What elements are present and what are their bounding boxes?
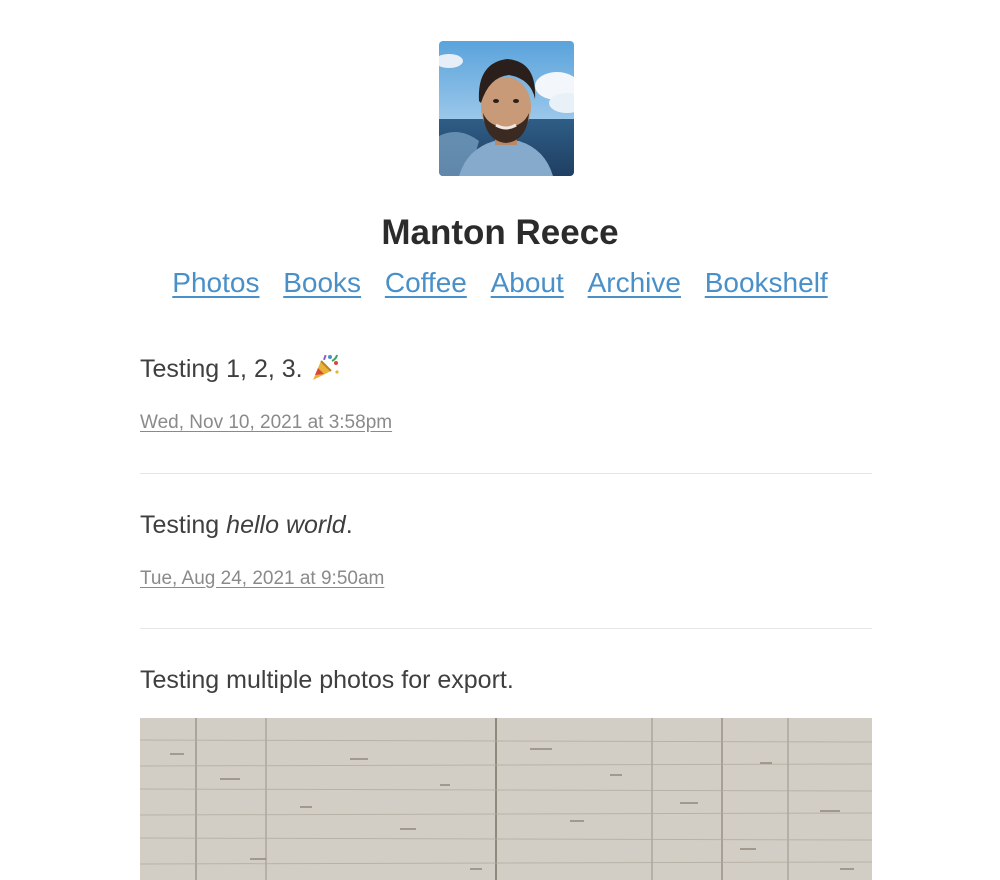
post: Testing hello world. Tue, Aug 24, 2021 a… [140, 508, 872, 592]
post-text: Testing hello world. [140, 508, 872, 542]
avatar[interactable] [439, 41, 574, 176]
post-body: Testing multiple photos for export. [140, 666, 514, 694]
site-title[interactable]: Manton Reece [0, 210, 1000, 256]
main-nav: Photos Books Coffee About Archive Booksh… [0, 264, 1000, 302]
post: Testing 1, 2, 3. Wed, Nov 10, 2021 at 3:… [140, 352, 872, 436]
divider [140, 628, 872, 629]
nav-item-photos[interactable]: Photos [172, 267, 259, 298]
nav-item-bookshelf[interactable]: Bookshelf [705, 267, 828, 298]
nav-item-archive[interactable]: Archive [588, 267, 681, 298]
nav-item-about[interactable]: About [491, 267, 564, 298]
post-body-suffix: . [345, 511, 353, 539]
party-popper-icon [312, 354, 339, 380]
avatar-photo [439, 41, 574, 176]
nav-item-coffee[interactable]: Coffee [385, 267, 467, 298]
post-photo[interactable] [140, 718, 872, 880]
travertine-wall-photo [140, 718, 872, 880]
post-date-link[interactable]: Wed, Nov 10, 2021 at 3:58pm [140, 410, 392, 436]
post-text: Testing 1, 2, 3. [140, 352, 872, 386]
post-body-emphasis: hello world [226, 511, 346, 539]
post: Testing multiple photos for export. [140, 663, 872, 697]
post-body: Testing 1, 2, 3. [140, 355, 303, 383]
divider [140, 473, 872, 474]
nav-item-books[interactable]: Books [283, 267, 361, 298]
post-date-link[interactable]: Tue, Aug 24, 2021 at 9:50am [140, 566, 384, 592]
post-body-prefix: Testing [140, 511, 227, 539]
